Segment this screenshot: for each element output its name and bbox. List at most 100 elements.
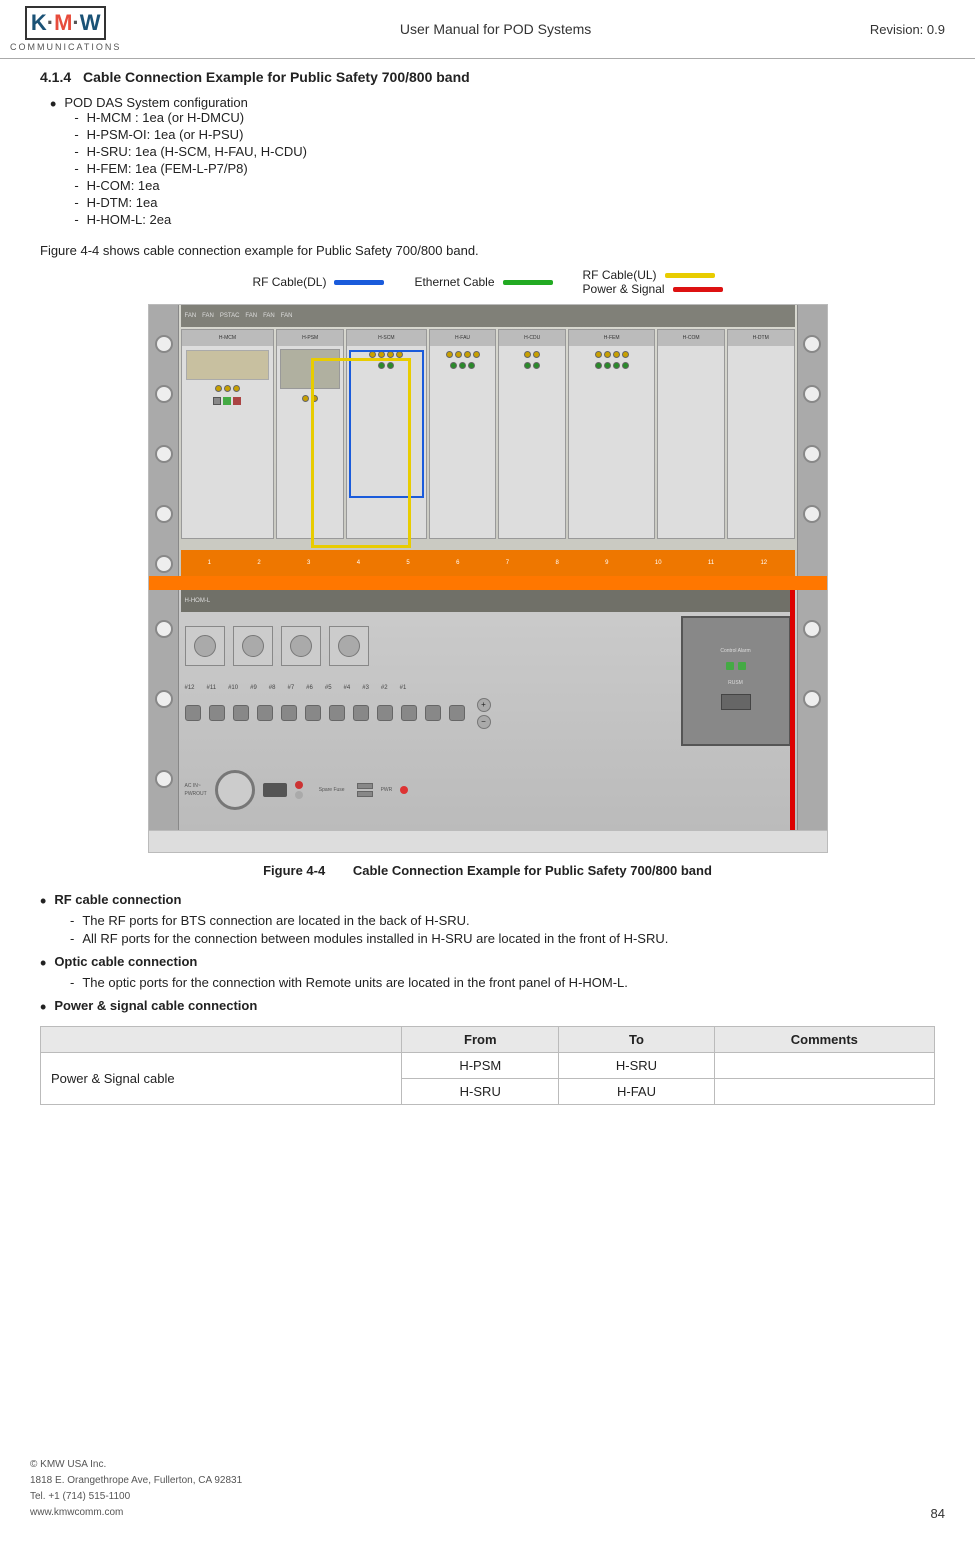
sub-item-1: -H-MCM : 1ea (or H-DMCU) [74,110,307,125]
red-vertical-cable [790,590,795,830]
row2-from: H-SRU [402,1079,559,1105]
fuse-2 [357,791,373,797]
fiber-port-1 [449,705,465,721]
figure-caption: Figure 4-4 Cable Connection Example for … [40,863,935,878]
rack-lower: H-HOM-L [149,590,827,830]
module-hdtm-top: H-DTM [728,330,794,346]
module-hscm-top: H-SCM [347,330,426,346]
alarm-led-2 [738,662,746,670]
footer-tel: Tel. +1 (714) 515-1100 [30,1489,242,1505]
ctrl-1 [185,626,225,666]
slot-12: 12 [760,560,767,566]
slot-10: 10 [655,560,662,566]
legend-ethernet-label: Ethernet Cable [414,275,494,289]
rusm-label: RUSM [728,680,743,686]
row2-to: H-FAU [559,1079,714,1105]
fiber-port-10 [233,705,249,721]
rf-heading: RF cable connection [54,892,181,907]
module-hpsm-top: H-PSM [277,330,343,346]
power-labels: AC IN~ PWROUT [185,783,207,797]
fau-con-3 [464,351,471,358]
row1-from: H-PSM [402,1053,559,1079]
fiber-ports-row: + − [185,698,675,728]
lower-screw-1 [155,620,173,638]
status-led-3 [233,397,241,405]
pwr-led [400,786,408,794]
sub-item-4: -H-FEM: 1ea (FEM-L-P7/P8) [74,161,307,176]
module-hfem-top: H-FEM [569,330,654,346]
power-led-grey [295,791,303,799]
slot-11: 11 [708,560,714,566]
sub-list: -H-MCM : 1ea (or H-DMCU) -H-PSM-OI: 1ea … [74,110,307,227]
row1-comment [714,1053,934,1079]
sub-item-7: -H-HOM-L: 2ea [74,212,307,227]
port-label-9: #9 [250,685,257,691]
lower-screw-r2 [803,690,821,708]
fiber-port-8 [281,705,297,721]
bracket-screw-r3 [803,445,821,463]
bullet-power: • [40,998,46,1016]
port-label-2: #2 [381,685,388,691]
port-label-6: #6 [306,685,313,691]
power-panel-label: Control Alarm [720,648,750,654]
ctrl-3 [281,626,321,666]
slot-5: 5 [406,560,409,566]
modules-area: H-MCM [181,329,795,539]
minus-button: − [477,715,491,729]
legend-ethernet: Ethernet Cable [414,268,552,296]
module-hpsm: H-PSM [276,329,344,539]
lower-power-area: AC IN~ PWROUT Spare Fuse PWR [185,760,675,820]
module-hmcm-top: H-MCM [182,330,274,346]
upper-bar-label-5: FAN [263,313,275,319]
bracket-screw-2 [155,385,173,403]
legend-power-label: Power & Signal [583,282,665,296]
col-header-comments: Comments [714,1027,934,1053]
sub-item-2: -H-PSM-OI: 1ea (or H-PSU) [74,127,307,142]
port-label-10: #10 [228,685,238,691]
fau-grn-2 [459,362,466,369]
rack-bracket-right [797,305,827,576]
logo-k: K [31,10,47,36]
footer-address: 1818 E. Orangethrope Ave, Fullerton, CA … [30,1473,242,1489]
row1-to: H-SRU [559,1053,714,1079]
status-led-1 [213,397,221,405]
logo-subtitle: COMMUNICATIONS [10,42,121,52]
slot-bar: 1 2 3 4 5 6 7 8 9 10 11 12 [181,550,795,576]
page-footer: © KMW USA Inc. 1818 E. Orangethrope Ave,… [30,1457,945,1521]
logo-box: K · M · W [25,6,107,40]
col-header-empty [41,1027,402,1053]
port-label-1: #1 [400,685,407,691]
lower-screw-3 [155,770,173,788]
module-hcom: H-COM [657,329,725,539]
lower-bar-label: H-HOM-L [185,598,211,604]
module-hcdu: H-CDU [498,329,566,539]
table-row-1: Power & Signal cable H-PSM H-SRU [41,1053,935,1079]
ctrl-4 [329,626,369,666]
fem-con-3 [613,351,620,358]
status-led-2 [223,397,231,405]
con-1 [215,385,222,392]
bullet-rf: • [40,892,46,910]
logo-dot2: · [72,10,79,36]
module-hfau-top: H-FAU [430,330,496,346]
power-switch [263,783,287,797]
lower-top-bar: H-HOM-L [181,590,795,612]
fem-grn-3 [613,362,620,369]
bracket-screw-3 [155,445,173,463]
slot-9: 9 [605,560,608,566]
ctrl-2-circle [242,635,264,657]
module-hmcm: H-MCM [181,329,275,539]
slot-2: 2 [257,560,260,566]
con-3 [233,385,240,392]
header-title: User Manual for POD Systems [400,21,591,37]
slot-8: 8 [555,560,558,566]
fau-con-2 [455,351,462,358]
module-hpsm-label: H-PSM [302,335,318,341]
blue-highlight-scm [349,350,424,498]
upper-bar-label-1: FAN [185,313,197,319]
upper-bar-label-6: FAN [281,313,293,319]
port-label-3: #3 [362,685,369,691]
ctrl-3-circle [290,635,312,657]
module-hcdu-top: H-CDU [499,330,565,346]
fiber-port-12 [185,705,201,721]
